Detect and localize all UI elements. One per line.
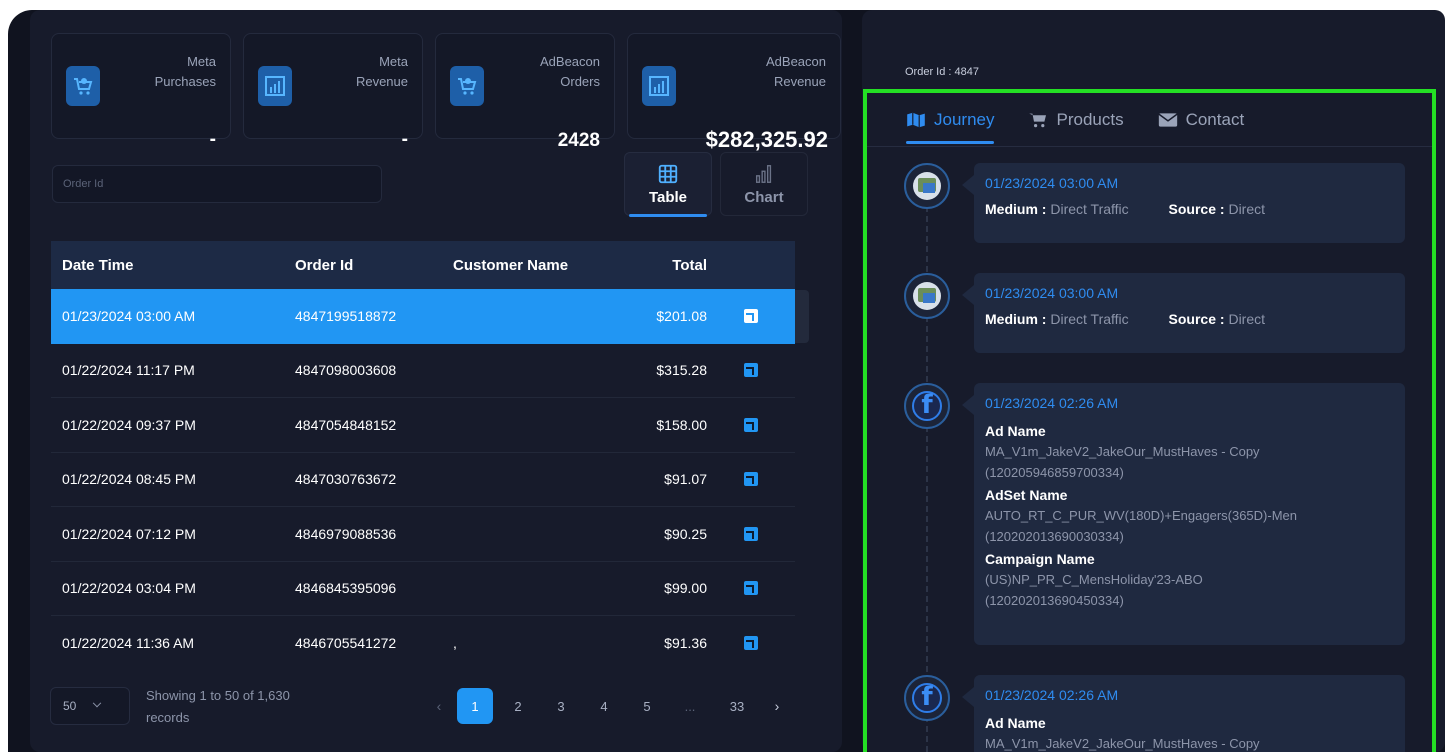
stat-label: Meta bbox=[187, 54, 216, 69]
cell-order-id: 4846845395096 bbox=[295, 580, 397, 597]
open-order-icon[interactable] bbox=[744, 636, 758, 651]
table-row[interactable]: 01/23/2024 03:00 AM 4847199518872 $201.0… bbox=[51, 289, 795, 344]
stat-label: Revenue bbox=[355, 74, 408, 89]
table-row[interactable]: 01/22/2024 08:45 PM 4847030763672 $91.07 bbox=[51, 453, 795, 507]
records-summary-line: records bbox=[146, 710, 190, 725]
prev-page-button[interactable]: ‹ bbox=[428, 688, 450, 724]
records-summary: Showing 1 to 50 of 1,630 records bbox=[146, 685, 336, 729]
chart-view-label: Chart bbox=[744, 189, 784, 206]
pagination: ‹ 1 2 3 4 5 ... 33 › bbox=[428, 688, 795, 724]
cell-order-id: 4846705541272 bbox=[295, 635, 397, 652]
cell-order-id: 4847098003608 bbox=[295, 362, 397, 379]
revenue-chart-icon bbox=[642, 66, 676, 106]
page-button-1[interactable]: 1 bbox=[457, 688, 493, 724]
cart-icon bbox=[450, 66, 484, 106]
order-id-search-input[interactable] bbox=[52, 165, 382, 203]
open-order-icon[interactable] bbox=[744, 581, 758, 596]
cell-datetime: 01/22/2024 07:12 PM bbox=[62, 525, 196, 542]
chevron-down-icon bbox=[93, 698, 102, 708]
cell-datetime: 01/23/2024 03:00 AM bbox=[62, 308, 196, 325]
cell-order-id: 4846979088536 bbox=[295, 525, 397, 542]
cart-icon bbox=[66, 66, 100, 106]
cell-customer: , bbox=[453, 635, 457, 652]
table-scrollbar[interactable] bbox=[795, 290, 809, 343]
page-size-select[interactable]: 50 bbox=[50, 687, 130, 725]
open-order-icon[interactable] bbox=[744, 363, 758, 378]
records-summary-line: Showing 1 to 50 of 1,630 bbox=[146, 688, 290, 703]
column-header-customer-name[interactable]: Customer Name bbox=[453, 257, 623, 274]
stat-label: Revenue bbox=[773, 74, 826, 89]
page-button-4[interactable]: 4 bbox=[586, 688, 622, 724]
cell-datetime: 01/22/2024 03:04 PM bbox=[62, 580, 196, 597]
next-page-button[interactable]: › bbox=[766, 688, 788, 724]
stat-label: AdBeacon bbox=[540, 54, 600, 69]
cell-datetime: 01/22/2024 09:37 PM bbox=[62, 416, 196, 433]
stat-label: Meta bbox=[379, 54, 408, 69]
page-button-5[interactable]: 5 bbox=[629, 688, 665, 724]
cell-datetime: 01/22/2024 08:45 PM bbox=[62, 471, 196, 488]
table-icon bbox=[658, 164, 678, 184]
cell-total: $91.36 bbox=[664, 635, 707, 652]
table-row[interactable]: 01/22/2024 09:37 PM 4847054848152 $158.0… bbox=[51, 398, 795, 453]
table-row[interactable]: 01/22/2024 11:36 AM 4846705541272 , $91.… bbox=[51, 616, 795, 671]
cell-order-id: 4847054848152 bbox=[295, 416, 397, 433]
table-row[interactable]: 01/22/2024 07:12 PM 4846979088536 $90.25 bbox=[51, 507, 795, 562]
cell-total: $158.00 bbox=[656, 416, 707, 433]
column-header-date-time[interactable]: Date Time bbox=[51, 257, 295, 274]
page-button-3[interactable]: 3 bbox=[543, 688, 579, 724]
page-ellipsis: ... bbox=[684, 698, 696, 714]
stat-card-adbeacon-orders: AdBeacon Orders 2428 bbox=[435, 33, 615, 151]
stat-value: - bbox=[209, 129, 216, 150]
chart-view-button[interactable]: Chart bbox=[720, 152, 808, 216]
stat-value: 2428 bbox=[557, 130, 600, 151]
open-order-icon[interactable] bbox=[744, 472, 758, 487]
open-order-icon[interactable] bbox=[744, 309, 758, 324]
revenue-chart-icon bbox=[258, 66, 292, 106]
page-size-value: 50 bbox=[63, 699, 77, 713]
journey-highlight-box bbox=[863, 89, 1436, 752]
stat-label: Orders bbox=[560, 74, 600, 89]
order-id-label: Order Id : 4847 bbox=[905, 66, 979, 78]
stat-card-meta-revenue: Meta Revenue - bbox=[243, 33, 423, 150]
stat-value: $282,325.92 bbox=[705, 127, 828, 152]
stat-card-adbeacon-revenue: AdBeacon Revenue $282,325.92 bbox=[627, 33, 841, 151]
stat-card-meta-purchases: Meta Purchases - bbox=[51, 33, 231, 150]
cell-datetime: 01/22/2024 11:17 PM bbox=[62, 362, 195, 379]
column-header-total[interactable]: Total bbox=[623, 257, 707, 274]
cell-datetime: 01/22/2024 11:36 AM bbox=[62, 635, 195, 652]
page-button-33[interactable]: 33 bbox=[715, 688, 759, 724]
stat-value: - bbox=[401, 129, 408, 150]
cell-total: $90.25 bbox=[664, 525, 707, 542]
open-order-icon[interactable] bbox=[744, 526, 758, 541]
page-button-2[interactable]: 2 bbox=[500, 688, 536, 724]
table-view-button[interactable]: Table bbox=[624, 152, 712, 217]
cell-total: $315.28 bbox=[656, 362, 707, 379]
bar-chart-icon bbox=[755, 165, 772, 183]
open-order-icon[interactable] bbox=[744, 417, 758, 432]
stat-label: Purchases bbox=[154, 74, 216, 89]
table-row[interactable]: 01/22/2024 03:04 PM 4846845395096 $99.00 bbox=[51, 562, 795, 616]
cell-total: $201.08 bbox=[656, 308, 707, 325]
cell-total: $91.07 bbox=[664, 471, 707, 488]
table-header: Date Time Order Id Customer Name Total bbox=[51, 241, 795, 289]
table-view-label: Table bbox=[648, 189, 688, 206]
table-row[interactable]: 01/22/2024 11:17 PM 4847098003608 $315.2… bbox=[51, 344, 795, 398]
cell-order-id: 4847199518872 bbox=[295, 308, 397, 325]
cell-total: $99.00 bbox=[664, 580, 707, 597]
stat-label: AdBeacon bbox=[766, 54, 826, 69]
orders-table: Date Time Order Id Customer Name Total 0… bbox=[51, 241, 795, 671]
column-header-order-id[interactable]: Order Id bbox=[295, 257, 453, 274]
cell-order-id: 4847030763672 bbox=[295, 471, 397, 488]
